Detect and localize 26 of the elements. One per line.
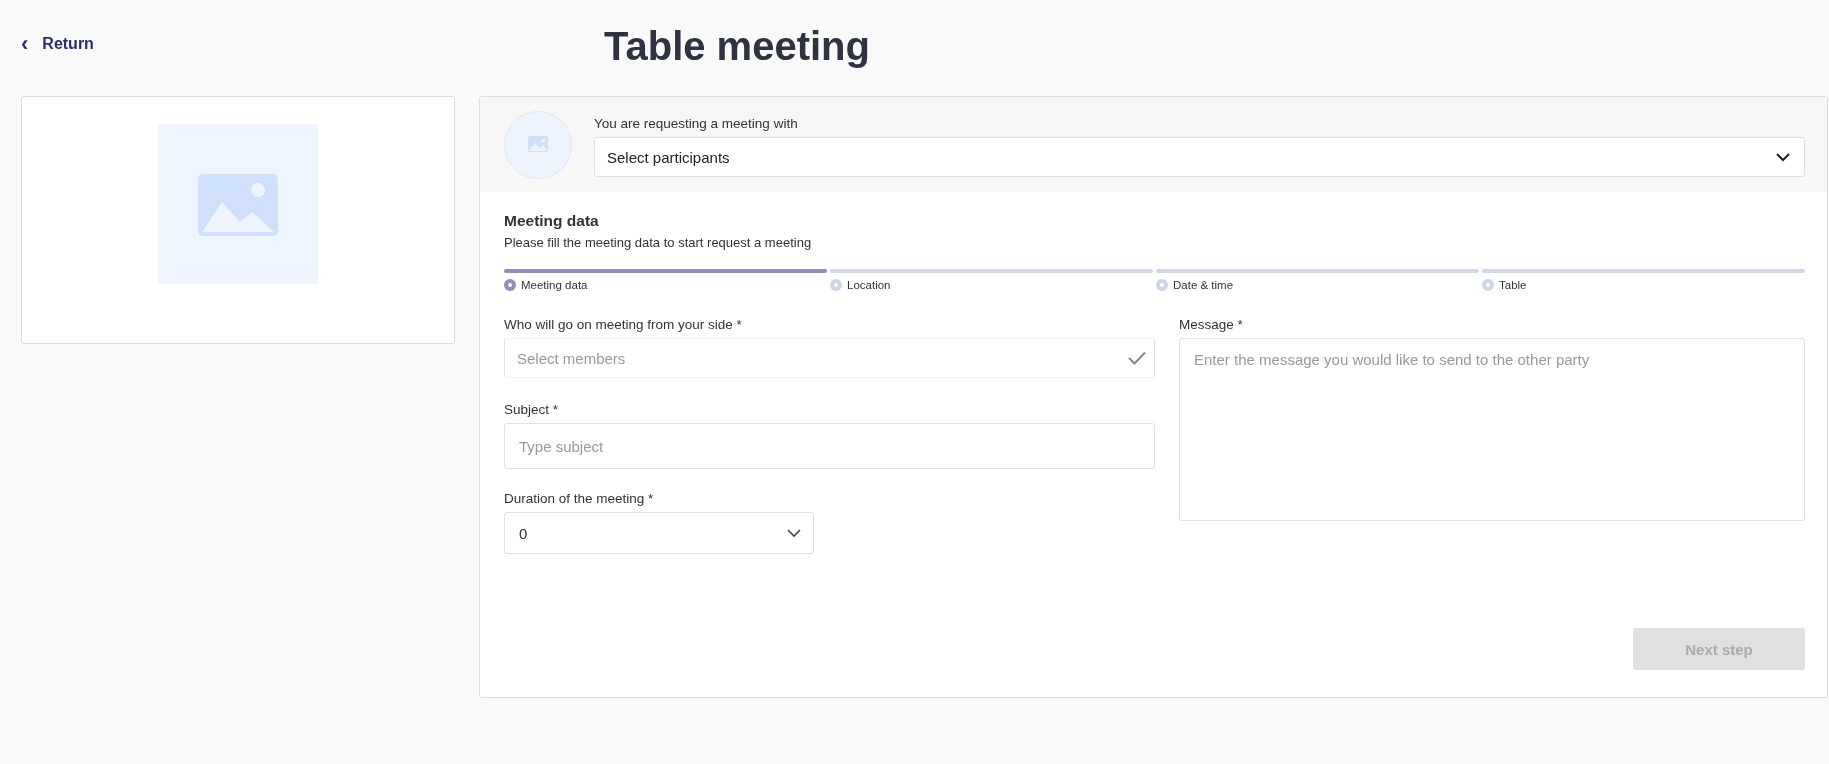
field-label: Duration of the meeting * <box>504 491 655 506</box>
step-dot-icon <box>1482 279 1494 291</box>
field-label: Message * <box>1179 317 1244 332</box>
step-label[interactable]: Table <box>1499 279 1527 291</box>
step-dot-icon <box>504 279 516 291</box>
image-placeholder-icon <box>158 124 318 284</box>
participants-select[interactable]: Select participants <box>594 137 1805 177</box>
field-label: You are requesting a meeting with <box>594 116 799 131</box>
section-subtitle: Please fill the meeting data to start request a meeting <box>504 235 813 250</box>
duration-select[interactable]: 0 <box>504 512 814 554</box>
step-label[interactable]: Date & time <box>1173 279 1234 291</box>
field-label: Subject * <box>504 402 560 417</box>
page-title: Table meeting <box>604 23 870 69</box>
chevron-down-icon <box>787 528 801 538</box>
check-icon <box>1128 351 1146 365</box>
subject-input[interactable]: Type subject <box>504 423 1155 469</box>
message-textarea[interactable]: Enter the message you would like to send to the other party <box>1179 338 1805 521</box>
step-dot-icon <box>1156 279 1168 291</box>
field-label: Who will go on meeting from your side * <box>504 317 743 332</box>
step-label[interactable]: Location <box>847 279 891 291</box>
step-dot-icon <box>830 279 842 291</box>
step-label[interactable]: Meeting data <box>521 279 588 291</box>
section-title: Meeting data <box>504 212 600 230</box>
image-placeholder-icon <box>504 110 572 179</box>
chevron-down-icon <box>1776 152 1790 162</box>
return-link[interactable]: ‹ Return <box>21 33 604 55</box>
